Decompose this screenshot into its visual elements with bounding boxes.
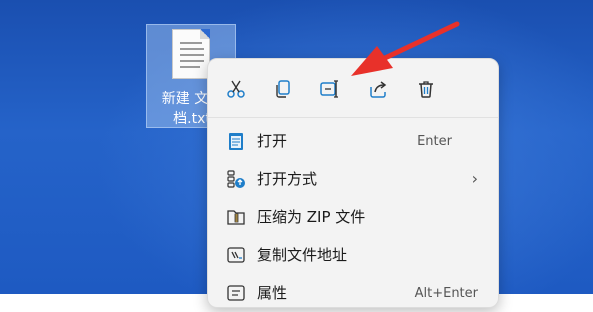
chevron-right-icon: › (471, 169, 478, 188)
menu-item-label: 压缩为 ZIP 文件 (257, 208, 366, 226)
menu-item-compress-zip[interactable]: 压缩为 ZIP 文件 (208, 198, 498, 236)
delete-icon (419, 81, 433, 98)
copy-path-icon (227, 247, 245, 263)
toolbar-divider (208, 117, 498, 118)
text-document-icon (172, 29, 210, 79)
menu-item-label: 属性 (257, 284, 288, 302)
doc-line (180, 60, 204, 62)
context-menu-toolbar (208, 59, 498, 117)
menu-item-label: 打开方式 (257, 170, 318, 188)
menu-item-properties[interactable]: 属性 Alt+Enter (208, 274, 498, 312)
doc-line (180, 54, 204, 56)
doc-line (180, 66, 200, 68)
cut-icon (227, 80, 245, 98)
delete-button[interactable] (414, 77, 438, 101)
menu-item-open-with[interactable]: 打开方式 › (208, 160, 498, 198)
doc-line (180, 48, 204, 50)
copy-button[interactable] (271, 77, 295, 101)
doc-line (180, 42, 202, 44)
menu-item-open[interactable]: 打开 Enter (208, 122, 498, 160)
rename-button[interactable] (318, 77, 342, 101)
properties-icon (227, 285, 245, 301)
cut-button[interactable] (224, 77, 248, 101)
notepad-icon (229, 133, 243, 150)
menu-item-label: 复制文件地址 (257, 246, 348, 264)
zip-folder-icon (227, 210, 245, 225)
open-with-icon (227, 170, 245, 188)
menu-item-shortcut: Enter (417, 134, 452, 149)
copy-icon (276, 80, 290, 98)
rename-icon (320, 80, 338, 98)
menu-item-label: 打开 (257, 132, 288, 150)
menu-item-shortcut: Alt+Enter (414, 286, 478, 301)
share-button[interactable] (366, 77, 390, 101)
share-icon (370, 81, 387, 98)
context-menu: 打开 Enter 打开方式 › 压缩为 ZIP 文件 复制文件地址 属性 Alt… (207, 58, 499, 308)
menu-item-copy-path[interactable]: 复制文件地址 (208, 236, 498, 274)
